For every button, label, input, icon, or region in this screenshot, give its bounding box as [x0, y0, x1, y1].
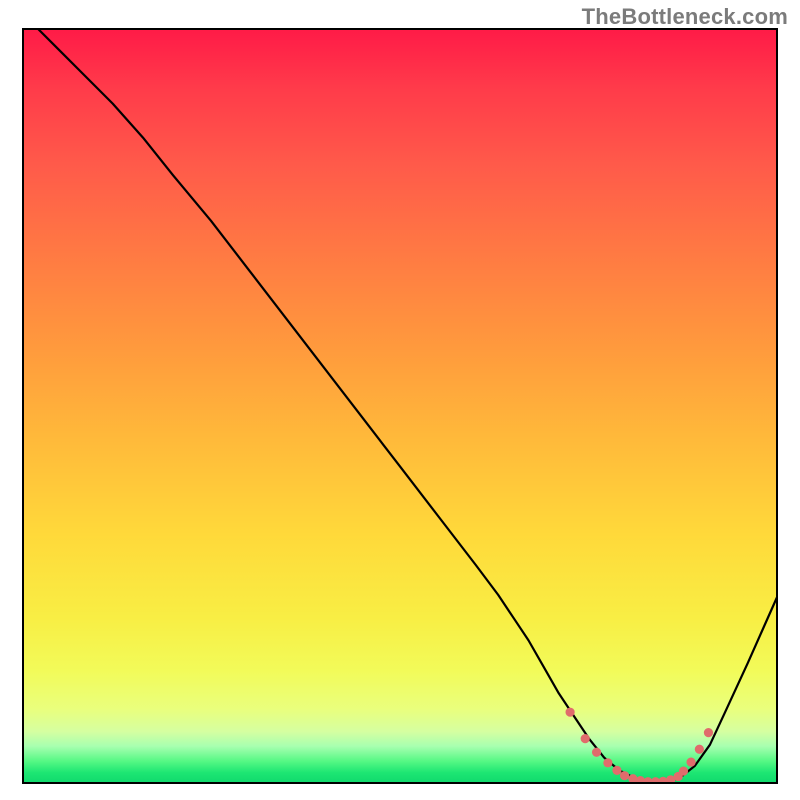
optimal-marker [695, 745, 704, 754]
bottleneck-chart [22, 28, 778, 784]
curve-layer [22, 28, 778, 784]
optimal-marker [603, 758, 612, 767]
optimal-marker [592, 748, 601, 757]
optimal-marker [686, 757, 695, 766]
optimal-marker [704, 728, 713, 737]
optimal-range-markers [566, 708, 714, 784]
attribution-text: TheBottleneck.com [582, 4, 788, 30]
optimal-marker [679, 767, 688, 776]
bottleneck-curve [37, 28, 778, 782]
optimal-marker [612, 766, 621, 775]
optimal-marker [566, 708, 575, 717]
optimal-marker [581, 734, 590, 743]
optimal-marker [620, 771, 629, 780]
